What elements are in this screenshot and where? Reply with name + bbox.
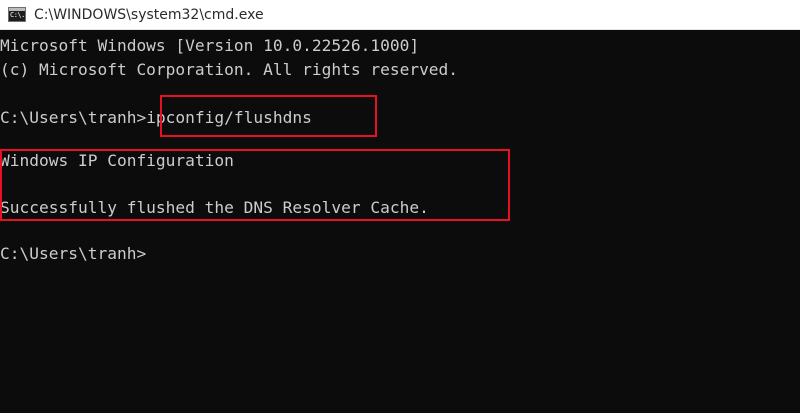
cmd-icon: C:\. — [8, 7, 26, 22]
output-result: Successfully flushed the DNS Resolver Ca… — [0, 198, 429, 217]
version-line: Microsoft Windows [Version 10.0.22526.10… — [0, 36, 420, 55]
window-title: C:\WINDOWS\system32\cmd.exe — [34, 7, 264, 23]
prompt: C:\Users\tranh> — [0, 108, 147, 127]
console-output[interactable]: Microsoft Windows [Version 10.0.22526.10… — [0, 30, 800, 413]
cmd-window: C:\. C:\WINDOWS\system32\cmd.exe Microso… — [0, 0, 800, 413]
copyright-line: (c) Microsoft Corporation. All rights re… — [0, 60, 459, 79]
output-heading: Windows IP Configuration — [0, 151, 234, 170]
current-prompt[interactable]: C:\Users\tranh> — [0, 242, 146, 266]
title-bar[interactable]: C:\. C:\WINDOWS\system32\cmd.exe — [0, 0, 800, 30]
command-line: C:\Users\tranh>ipconfig/flushdns — [0, 106, 312, 130]
command-text: ipconfig/flushdns — [146, 108, 312, 127]
